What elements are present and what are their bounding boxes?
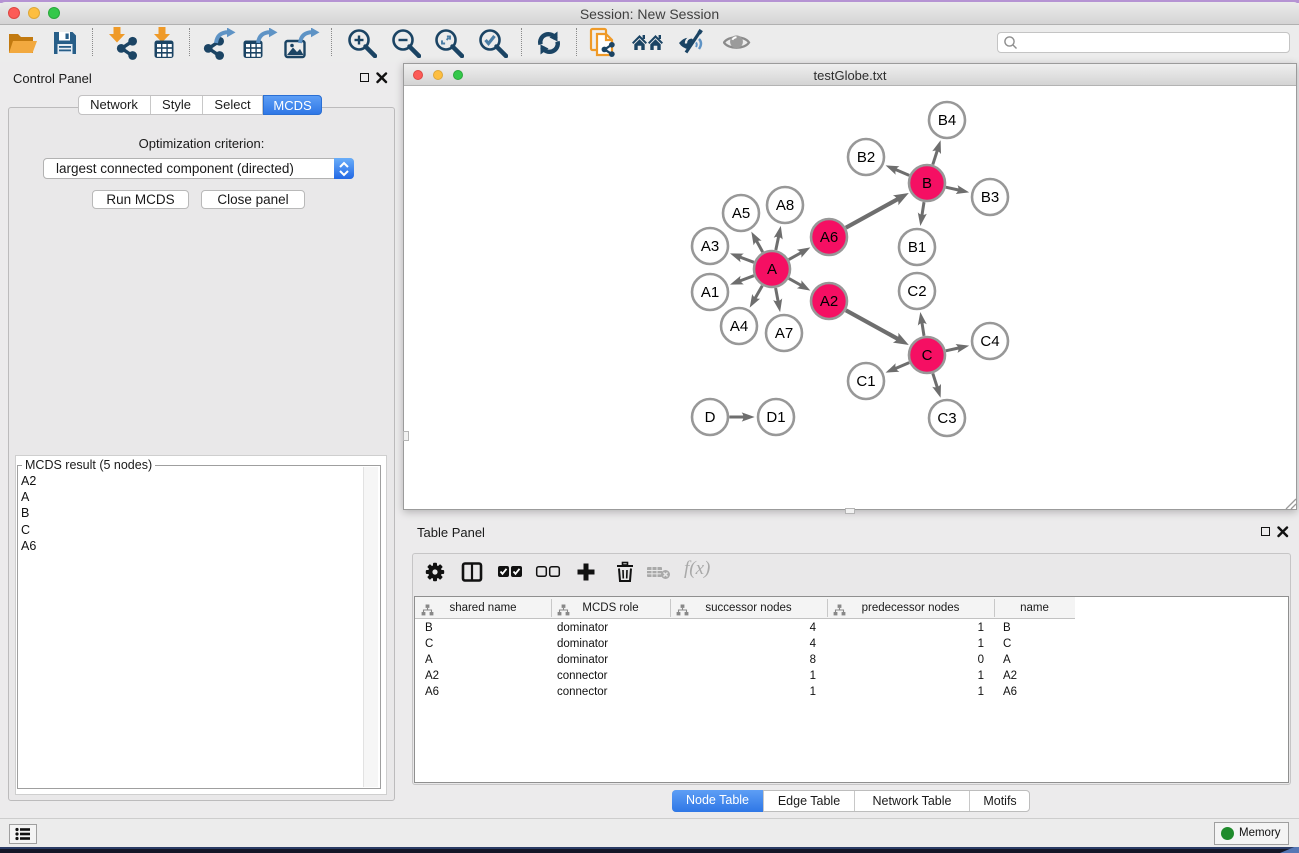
svg-text:C3: C3 <box>937 410 956 427</box>
svg-text:A4: A4 <box>730 318 748 335</box>
svg-text:A: A <box>767 261 777 278</box>
svg-text:A1: A1 <box>701 284 719 301</box>
svg-text:A6: A6 <box>820 229 838 246</box>
svg-text:A2: A2 <box>820 293 838 310</box>
svg-text:C2: C2 <box>907 283 926 300</box>
svg-text:A8: A8 <box>776 197 794 214</box>
svg-text:C4: C4 <box>980 333 999 350</box>
svg-text:B2: B2 <box>857 149 875 166</box>
svg-text:B4: B4 <box>938 112 956 129</box>
svg-text:D: D <box>705 409 716 426</box>
svg-text:B1: B1 <box>908 239 926 256</box>
svg-text:D1: D1 <box>766 409 785 426</box>
svg-text:B: B <box>922 175 932 192</box>
svg-text:B3: B3 <box>981 189 999 206</box>
svg-text:A5: A5 <box>732 205 750 222</box>
svg-text:C: C <box>922 347 933 364</box>
svg-text:A7: A7 <box>775 325 793 342</box>
svg-text:C1: C1 <box>856 373 875 390</box>
svg-text:A3: A3 <box>701 238 719 255</box>
